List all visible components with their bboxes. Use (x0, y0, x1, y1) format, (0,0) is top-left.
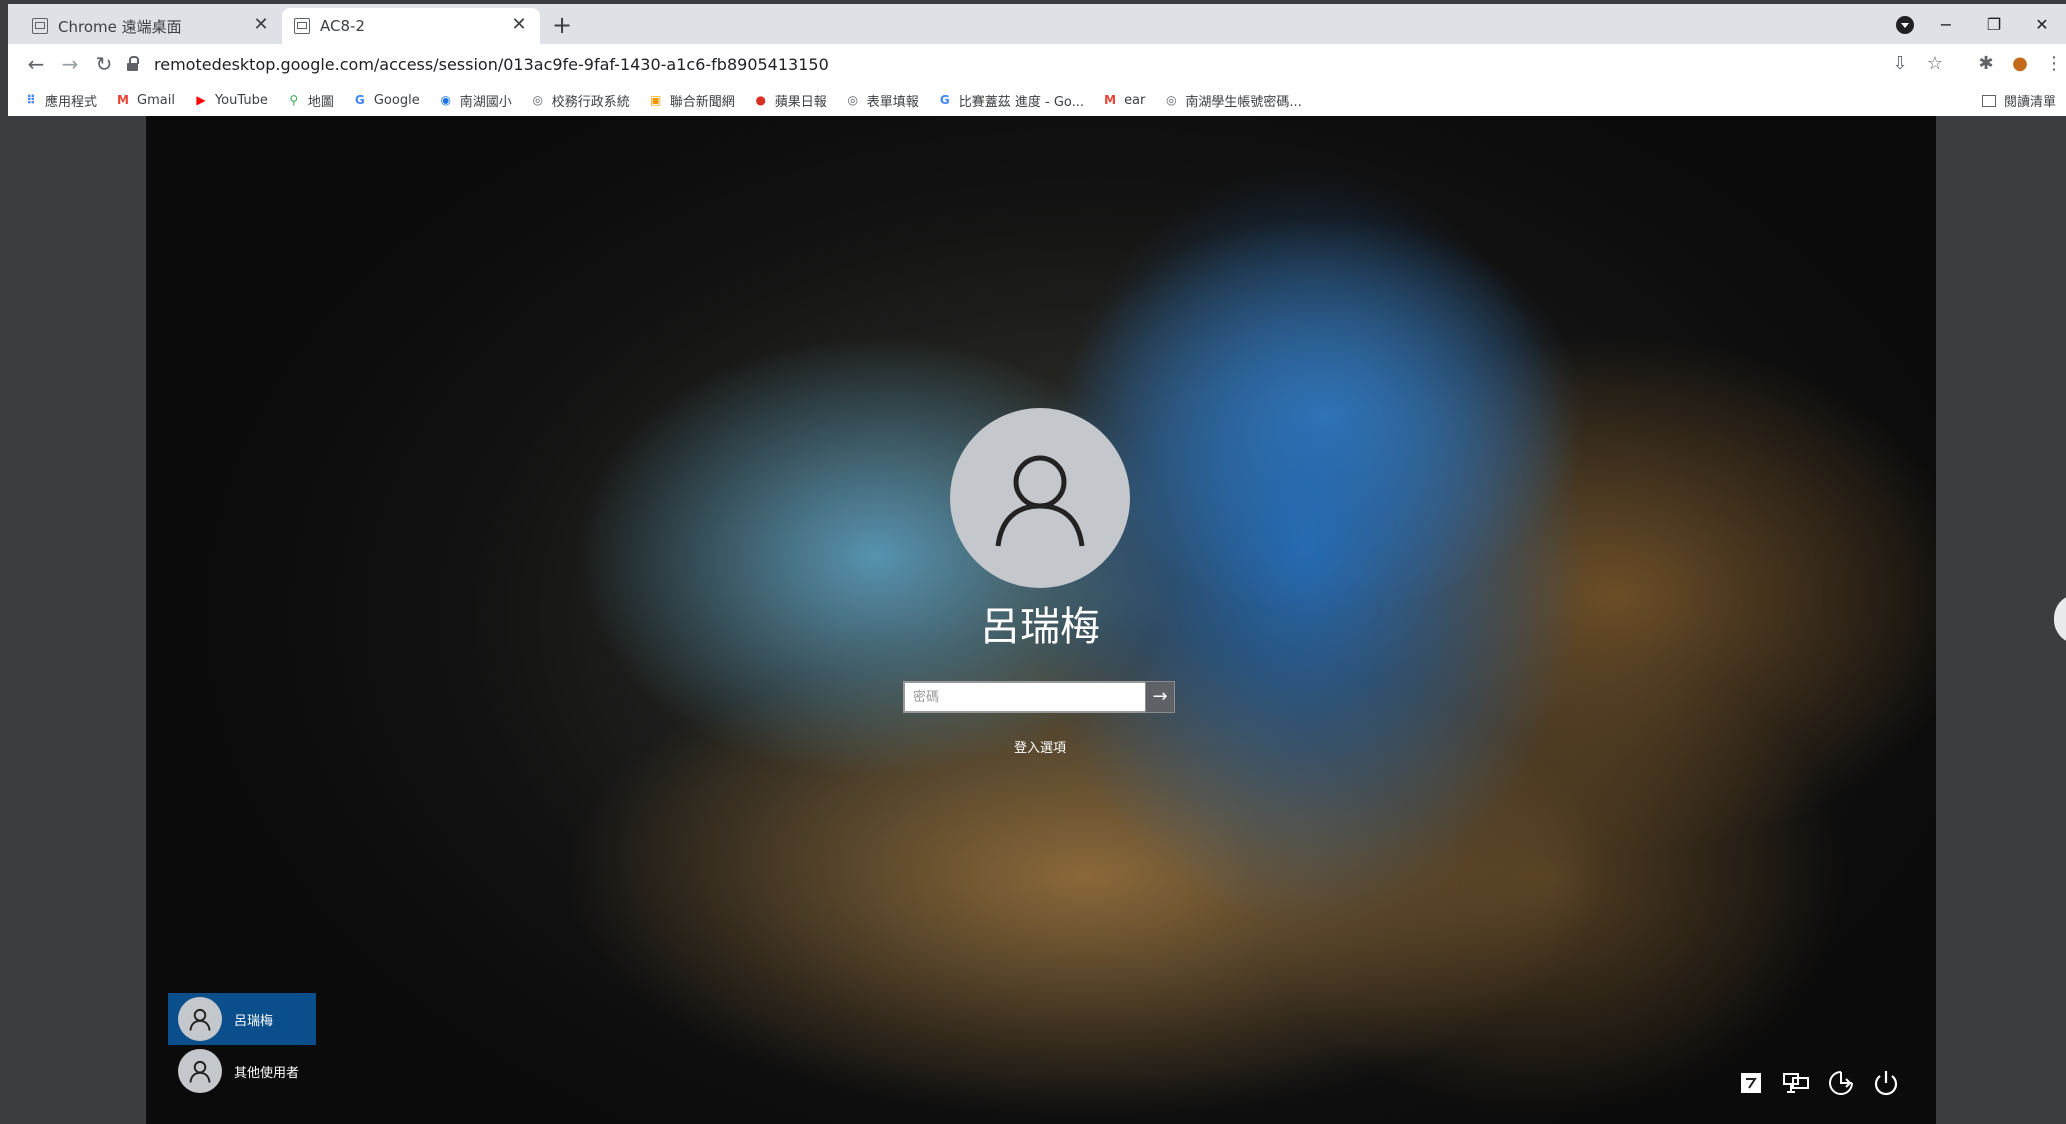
bookmark-label: Google (373, 92, 420, 108)
globe-icon: ◎ (847, 93, 858, 107)
globe-icon: ◎ (532, 93, 543, 107)
bookmark-item[interactable]: G Google (353, 93, 420, 108)
reading-list-button[interactable]: 閱讀清單 (1981, 91, 2056, 110)
url-text[interactable]: remotedesktop.google.com/access/session/… (154, 55, 829, 74)
bookmark-item[interactable]: ▣ 聯合新聞網 (649, 91, 735, 110)
language-icon[interactable] (1736, 1068, 1766, 1098)
tab-label: Chrome 遠端桌面 (58, 17, 182, 36)
reading-list-label: 閱讀清單 (2003, 95, 2056, 110)
bookmark-item[interactable]: Mear (1103, 93, 1145, 108)
forward-arrow-icon[interactable]: → (56, 50, 84, 78)
remote-desktop-side-panel-handle[interactable] (2054, 594, 2066, 644)
bookmark-label: 校務行政系統 (551, 94, 630, 110)
menu-kebab-icon[interactable]: ⋮ (2042, 52, 2066, 76)
gmail-icon: M (117, 93, 129, 107)
back-arrow-icon[interactable]: ← (22, 50, 50, 78)
google-g-icon: G (354, 93, 365, 107)
youtube-icon: ▶ (196, 93, 206, 107)
tab-chrome-remote-desktop[interactable]: Chrome 遠端桌面 ✕ (20, 8, 282, 44)
remote-desktop-icon (294, 18, 310, 34)
globe-icon: ◎ (1166, 93, 1177, 107)
user-avatar-small (178, 1049, 222, 1093)
remote-desktop-icon (32, 18, 48, 34)
restore-button[interactable]: ❐ (1970, 15, 2018, 34)
bookmark-item[interactable]: G 比賽蓋茲 進度 - Go... (938, 91, 1084, 110)
address-bar[interactable]: remotedesktop.google.com/access/session/… (126, 48, 1916, 80)
system-icons (1736, 1066, 1916, 1100)
browser-toolbar: ← → ↻ remotedesktop.google.com/access/se… (8, 44, 2066, 84)
apps-grid-icon: ⠿ (26, 93, 36, 107)
network-icon[interactable] (1781, 1068, 1811, 1098)
gmail-icon: M (1104, 93, 1117, 107)
screenshot-frame: Chrome 遠端桌面 ✕ AC8-2 ✕ + − ❐ ✕ ← → ↻ remo… (0, 0, 2066, 1124)
password-input[interactable] (905, 683, 1145, 711)
user-silhouette-icon (189, 1008, 211, 1031)
extensions-puzzle-icon[interactable]: ✱ (1974, 52, 1998, 76)
user-tile-selected[interactable]: 呂瑞梅 (168, 993, 316, 1045)
bookmark-label: 蘋果日報 (774, 94, 827, 110)
bookmark-item[interactable]: ▶ YouTube (194, 93, 268, 108)
apple-daily-icon: ● (755, 93, 766, 107)
bookmark-item[interactable]: ◉ 南湖國小 (439, 91, 512, 110)
bookmark-star-icon[interactable]: ☆ (1923, 52, 1947, 76)
signin-options-link[interactable]: 登入選項 (990, 737, 1090, 756)
close-window-button[interactable]: ✕ (2018, 15, 2066, 34)
user-avatar (950, 408, 1130, 588)
google-g-icon: G (939, 93, 950, 107)
lock-icon[interactable] (126, 56, 140, 72)
close-icon[interactable]: ✕ (510, 16, 528, 34)
user-avatar-small (178, 997, 222, 1041)
minimize-button[interactable]: − (1922, 15, 1970, 34)
password-box: → (903, 681, 1175, 713)
bookmark-label: YouTube (214, 92, 268, 108)
install-app-icon[interactable]: ⇩ (1888, 52, 1912, 76)
maps-pin-icon: ⚲ (289, 93, 299, 107)
bookmark-label: 聯合新聞網 (669, 94, 735, 110)
reading-list-icon (1981, 94, 1996, 107)
bookmark-label: Gmail (137, 92, 175, 108)
browser-window: Chrome 遠端桌面 ✕ AC8-2 ✕ + − ❐ ✕ ← → ↻ remo… (8, 4, 2066, 116)
window-controls: − ❐ ✕ (1922, 4, 2066, 44)
submit-arrow-button[interactable]: → (1145, 681, 1175, 713)
accessibility-icon[interactable] (1826, 1068, 1856, 1098)
bookmark-label: 比賽蓋茲 進度 - Go... (958, 94, 1085, 110)
user-tile-other[interactable]: 其他使用者 (168, 1045, 316, 1097)
bookmark-label: 應用程式 (45, 94, 98, 110)
bookmark-item[interactable]: ⠿ 應用程式 (24, 91, 97, 110)
bookmark-label: 地圖 (307, 94, 334, 110)
bookmark-item[interactable]: ◎ 校務行政系統 (531, 91, 630, 110)
bookmark-label: 南湖學生帳號密碼... (1185, 94, 1302, 110)
tab-label: AC8-2 (320, 17, 365, 35)
tab-search-icon[interactable] (1896, 16, 1914, 34)
udn-icon: ▣ (650, 93, 662, 107)
user-tile-label: 呂瑞梅 (234, 1013, 274, 1029)
close-icon[interactable]: ✕ (252, 16, 270, 34)
tab-strip: Chrome 遠端桌面 ✕ AC8-2 ✕ + − ❐ ✕ (8, 4, 2066, 44)
bookmark-item[interactable]: M Gmail (116, 93, 175, 108)
reload-icon[interactable]: ↻ (90, 50, 118, 78)
bookmark-label: 南湖國小 (459, 94, 512, 110)
user-tile-label: 其他使用者 (234, 1065, 300, 1081)
power-icon[interactable] (1871, 1068, 1901, 1098)
bookmark-item[interactable]: ● 蘋果日報 (754, 91, 827, 110)
bookmark-label: ear (1124, 92, 1146, 108)
bookmark-item[interactable]: ⚲ 地圖 (287, 91, 334, 110)
bookmark-item[interactable]: ◎ 南湖學生帳號密碼... (1164, 91, 1302, 110)
user-silhouette-icon (995, 455, 1085, 547)
bookmarks-bar: ⠿ 應用程式 M Gmail ▶ YouTube ⚲ 地圖 G Google ◉ 南湖國小 ◎ 校務行政系… (8, 84, 2066, 116)
tab-ac8-2[interactable]: AC8-2 ✕ (282, 8, 540, 44)
remote-desktop-lockscreen[interactable]: 呂瑞梅 → 登入選項 呂瑞梅 其他使用者 (146, 116, 1936, 1124)
bookmark-label: 表單填報 (866, 94, 919, 110)
profile-avatar-icon[interactable]: ● (2008, 52, 2032, 76)
new-tab-button[interactable]: + (548, 12, 576, 38)
user-silhouette-icon (189, 1060, 211, 1083)
username-heading: 呂瑞梅 (980, 604, 1100, 650)
bookmark-item[interactable]: ◎ 表單填報 (846, 91, 919, 110)
school-icon: ◉ (440, 93, 451, 107)
